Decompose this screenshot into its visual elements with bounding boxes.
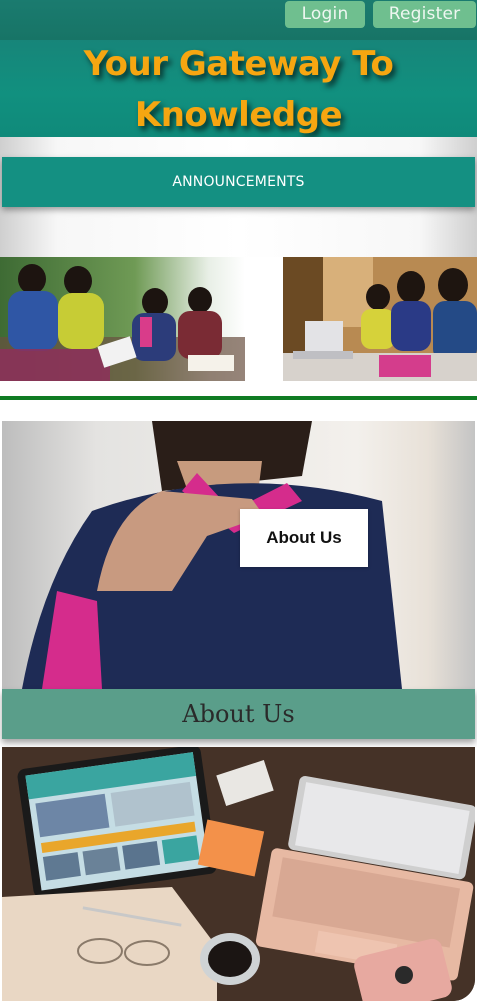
hero-title-line-1: Your Gateway To (83, 44, 394, 84)
students-outdoor-photo (0, 257, 245, 381)
register-button[interactable]: Register (373, 1, 476, 28)
desk-image (2, 747, 475, 1001)
page: Login Register Your Gateway To Knowledge… (0, 0, 477, 1001)
students-laptop-photo (283, 257, 477, 381)
about-us-heading[interactable]: About Us (2, 689, 475, 739)
hero-title-line-2: Knowledge (134, 95, 343, 135)
desk-photo (2, 747, 475, 1001)
about-us-card: About Us (240, 509, 368, 567)
announcements-button[interactable]: ANNOUNCEMENTS (2, 157, 475, 207)
login-button[interactable]: Login (285, 1, 365, 28)
about-us-photo (2, 421, 475, 689)
hero-banner: Your Gateway To Knowledge (0, 40, 477, 137)
section-divider (0, 396, 477, 400)
students-outdoor-image (0, 257, 245, 381)
top-bar: Login Register (0, 0, 477, 40)
students-laptop-image (283, 257, 477, 381)
about-us-image (2, 421, 475, 689)
